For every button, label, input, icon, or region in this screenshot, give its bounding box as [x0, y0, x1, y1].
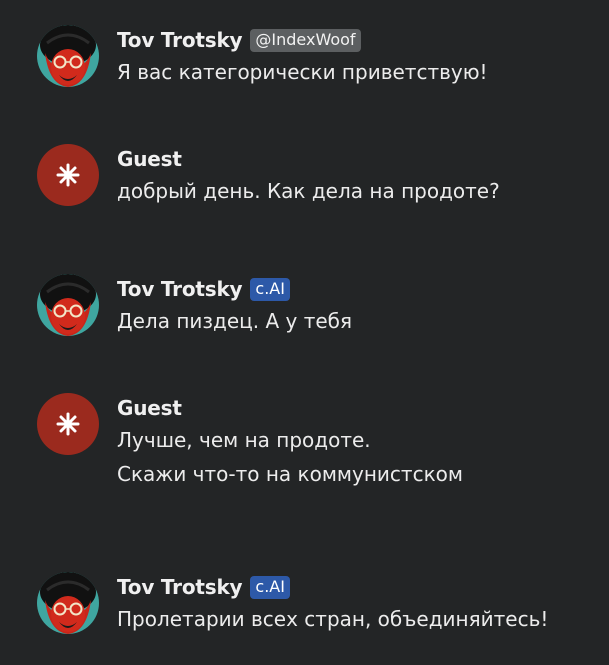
- message-text: Пролетарии всех стран, объединяйтесь!: [117, 607, 549, 631]
- message-content: Tov Trotsky c.AI Пролетарии всех стран, …: [117, 572, 599, 636]
- ai-badge: c.AI: [250, 575, 290, 599]
- message-header: Guest: [117, 393, 599, 423]
- message-text: Дела пиздец. А у тебя: [117, 309, 353, 333]
- message-header: Tov Trotsky c.AI: [117, 274, 599, 304]
- guest-avatar[interactable]: [37, 144, 99, 206]
- author-name[interactable]: Guest: [117, 147, 182, 171]
- message-text: Скажи что-то на коммунистском: [117, 462, 463, 486]
- guest-avatar[interactable]: [37, 393, 99, 455]
- author-name[interactable]: Tov Trotsky: [117, 575, 243, 599]
- message-text: добрый день. Как дела на продоте?: [117, 179, 500, 203]
- message-header: Tov Trotsky c.AI: [117, 572, 599, 602]
- message-text: Лучше, чем на продоте.: [117, 428, 371, 452]
- message-content: Guest добрый день. Как дела на продоте?: [117, 144, 599, 208]
- message-header: Guest: [117, 144, 599, 174]
- message-content: Tov Trotsky @IndexWoof Я вас категоричес…: [117, 25, 599, 89]
- handle-badge[interactable]: @IndexWoof: [250, 28, 361, 52]
- trotsky-avatar[interactable]: [37, 25, 99, 87]
- ai-badge: c.AI: [250, 277, 290, 301]
- trotsky-avatar[interactable]: [37, 572, 99, 634]
- author-name[interactable]: Guest: [117, 396, 182, 420]
- message-content: Guest Лучше, чем на продоте. Скажи что-т…: [117, 393, 599, 491]
- message-text: Я вас категорически приветствую!: [117, 60, 488, 84]
- author-name[interactable]: Tov Trotsky: [117, 28, 243, 52]
- author-name[interactable]: Tov Trotsky: [117, 277, 243, 301]
- message-header: Tov Trotsky @IndexWoof: [117, 25, 599, 55]
- trotsky-avatar[interactable]: [37, 274, 99, 336]
- message-content: Tov Trotsky c.AI Дела пиздец. А у тебя: [117, 274, 599, 338]
